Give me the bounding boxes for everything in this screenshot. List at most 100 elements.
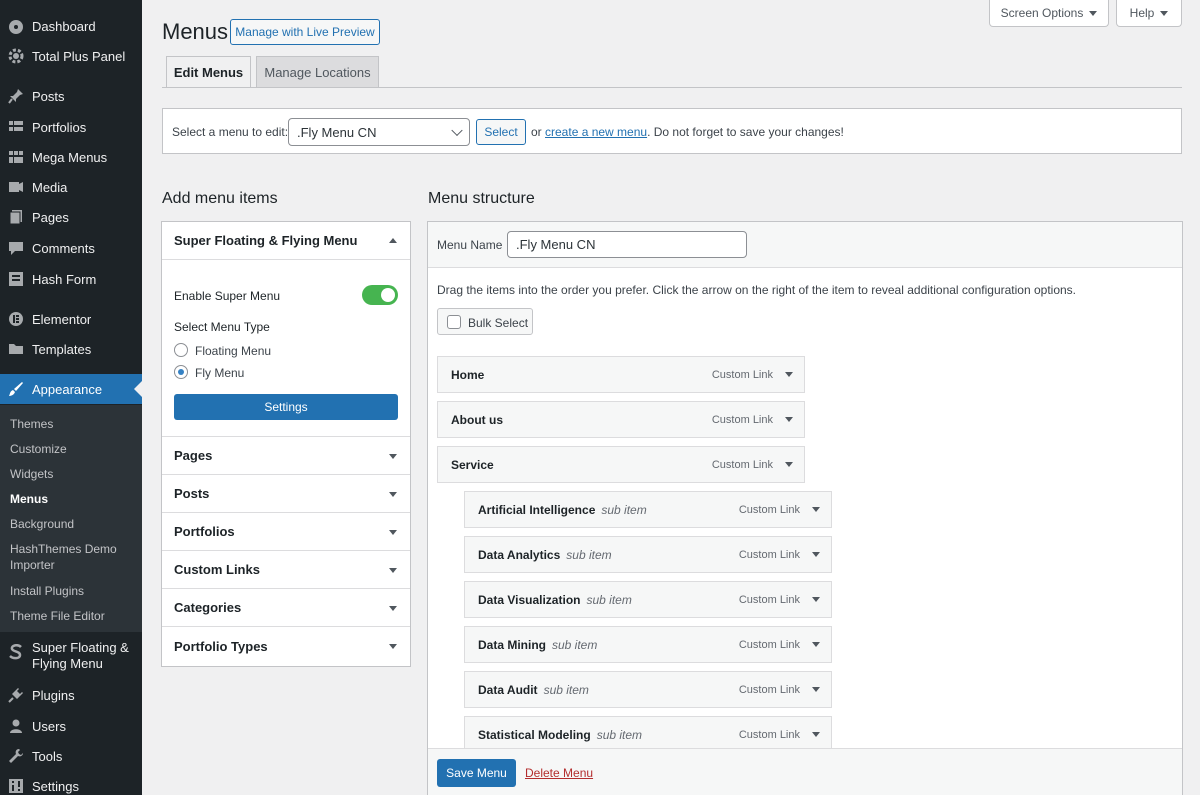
submenu-item-themes[interactable]: Themes	[10, 416, 135, 432]
menu-items-list: Home Custom Link About us Custom Link Se…	[428, 342, 1182, 748]
enable-super-menu-toggle[interactable]	[362, 285, 398, 305]
or-text: or	[531, 125, 542, 139]
sidebar-item-label: Users	[32, 718, 66, 734]
accordion-title: Portfolios	[174, 524, 235, 539]
submenu-item-customize[interactable]: Customize	[10, 441, 135, 457]
menu-sub-item[interactable]: Data Audit sub item Custom Link	[464, 671, 832, 708]
sidebar-item-appearance[interactable]: Appearance	[0, 374, 142, 404]
sidebar-item-hash-form[interactable]: Hash Form	[0, 264, 142, 294]
expand-arrow-icon[interactable]	[812, 552, 820, 557]
accordion-portfolios[interactable]: Portfolios	[162, 513, 410, 551]
menu-name-value: .Fly Menu CN	[516, 237, 596, 252]
sidebar-item-templates[interactable]: Templates	[0, 334, 142, 364]
expand-arrow-icon[interactable]	[812, 687, 820, 692]
accordion-posts[interactable]: Posts	[162, 475, 410, 513]
live-preview-button[interactable]: Manage with Live Preview	[230, 19, 380, 45]
menu-item[interactable]: Service Custom Link	[437, 446, 805, 483]
expand-arrow-icon[interactable]	[812, 597, 820, 602]
submenu-item-install-plugins[interactable]: Install Plugins	[10, 583, 135, 599]
accordion-custom-links[interactable]: Custom Links	[162, 551, 410, 589]
screen-options-button[interactable]: Screen Options	[989, 0, 1109, 27]
bulk-select-control[interactable]: Bulk Select	[437, 308, 533, 335]
sidebar-item-label: Templates	[32, 341, 92, 357]
submenu-item-widgets[interactable]: Widgets	[10, 466, 135, 482]
menu-item[interactable]: Home Custom Link	[437, 356, 805, 393]
menu-sub-item[interactable]: Data Mining sub item Custom Link	[464, 626, 832, 663]
menu-item-type: Custom Link	[738, 729, 800, 741]
chevron-down-icon	[451, 124, 463, 137]
sidebar-item-users[interactable]: Users	[0, 711, 142, 741]
sidebar-item-posts[interactable]: Posts	[0, 81, 142, 111]
gear-icon	[8, 48, 24, 64]
menu-sub-item[interactable]: Data Analytics sub item Custom Link	[464, 536, 832, 573]
expand-arrow-icon[interactable]	[812, 642, 820, 647]
tab-manage-locations[interactable]: Manage Locations	[256, 56, 379, 88]
sidebar-item-total-plus-panel[interactable]: Total Plus Panel	[0, 41, 142, 71]
menu-select-dropdown[interactable]: .Fly Menu CN	[288, 118, 470, 146]
menu-select-bar: Select a menu to edit: .Fly Menu CN Sele…	[162, 108, 1182, 154]
caret-up-icon[interactable]	[389, 237, 397, 243]
menu-item-title-text: Statistical Modeling	[478, 728, 591, 742]
fly-menu-radio[interactable]	[174, 365, 188, 379]
sidebar-item-super-floating-menu[interactable]: Super Floating & Flying Menu	[0, 640, 142, 680]
sidebar-item-label: Portfolios	[32, 119, 87, 135]
sidebar-item-pages[interactable]: Pages	[0, 202, 142, 232]
tab-edit-menus[interactable]: Edit Menus	[166, 56, 251, 88]
menu-sub-item[interactable]: Data Visualization sub item Custom Link	[464, 581, 832, 618]
menu-item[interactable]: About us Custom Link	[437, 401, 805, 438]
create-menu-link[interactable]: create a new menu	[545, 125, 647, 139]
menu-type-label: Select Menu Type	[174, 320, 270, 334]
accordion-pages[interactable]: Pages	[162, 437, 410, 475]
sidebar-item-portfolios[interactable]: Portfolios	[0, 112, 142, 142]
expand-arrow-icon[interactable]	[785, 417, 793, 422]
sidebar-item-label: Appearance	[32, 381, 103, 397]
sidebar-item-label: Media	[32, 179, 68, 195]
sidebar-item-tools[interactable]: Tools	[0, 741, 142, 771]
sub-item-tag: sub item	[543, 683, 589, 697]
menu-name-input[interactable]: .Fly Menu CN	[507, 231, 747, 258]
accordion-super-menu[interactable]: Super Floating & Flying Menu	[162, 222, 410, 260]
sidebar-item-mega-menus[interactable]: Mega Menus	[0, 142, 142, 172]
menu-sub-item[interactable]: Statistical Modeling sub item Custom Link	[464, 716, 832, 748]
select-menu-label: Select a menu to edit:	[172, 125, 289, 139]
select-button[interactable]: Select	[476, 119, 526, 145]
sidebar-item-media[interactable]: Media	[0, 172, 142, 202]
caret-down-icon[interactable]	[389, 491, 397, 497]
accordion-categories[interactable]: Categories	[162, 589, 410, 627]
submenu-item-theme-file-editor[interactable]: Theme File Editor	[10, 608, 135, 624]
accordion-portfolio-types[interactable]: Portfolio Types	[162, 627, 410, 665]
sidebar-item-comments[interactable]: Comments	[0, 233, 142, 263]
submenu-item-demo-importer[interactable]: HashThemes Demo Importer	[10, 541, 135, 573]
sidebar-item-settings[interactable]: Settings	[0, 771, 142, 795]
help-button[interactable]: Help	[1116, 0, 1182, 27]
drag-instructions: Drag the items into the order you prefer…	[437, 283, 1077, 297]
expand-arrow-icon[interactable]	[785, 372, 793, 377]
menu-item-title-text: Data Analytics	[478, 548, 561, 562]
comment-icon	[9, 242, 23, 255]
floating-menu-radio[interactable]	[174, 343, 188, 357]
submenu-item-background[interactable]: Background	[10, 516, 135, 532]
sidebar-item-dashboard[interactable]: Dashboard	[0, 11, 142, 41]
expand-arrow-icon[interactable]	[785, 462, 793, 467]
sidebar-item-label: Total Plus Panel	[32, 48, 126, 64]
sidebar-item-plugins[interactable]: Plugins	[0, 680, 142, 710]
save-menu-button[interactable]: Save Menu	[437, 759, 516, 787]
form-icon	[9, 272, 23, 286]
menu-sub-item[interactable]: Artificial Intelligence sub item Custom L…	[464, 491, 832, 528]
menu-item-type: Custom Link	[711, 459, 773, 471]
expand-arrow-icon[interactable]	[812, 732, 820, 737]
expand-arrow-icon[interactable]	[812, 507, 820, 512]
settings-button[interactable]: Settings	[174, 394, 398, 420]
menu-select-value: .Fly Menu CN	[297, 124, 377, 140]
bulk-select-checkbox[interactable]	[447, 315, 461, 329]
menu-item-title: About us	[451, 413, 503, 427]
delete-menu-link[interactable]: Delete Menu	[525, 766, 593, 780]
caret-down-icon[interactable]	[389, 644, 397, 649]
caret-down-icon[interactable]	[389, 453, 397, 459]
caret-down-icon[interactable]	[389, 605, 397, 611]
submenu-item-menus[interactable]: Menus	[10, 491, 135, 507]
elementor-icon	[9, 312, 23, 326]
caret-down-icon[interactable]	[389, 567, 397, 573]
caret-down-icon[interactable]	[389, 529, 397, 535]
sidebar-item-elementor[interactable]: Elementor	[0, 304, 142, 334]
